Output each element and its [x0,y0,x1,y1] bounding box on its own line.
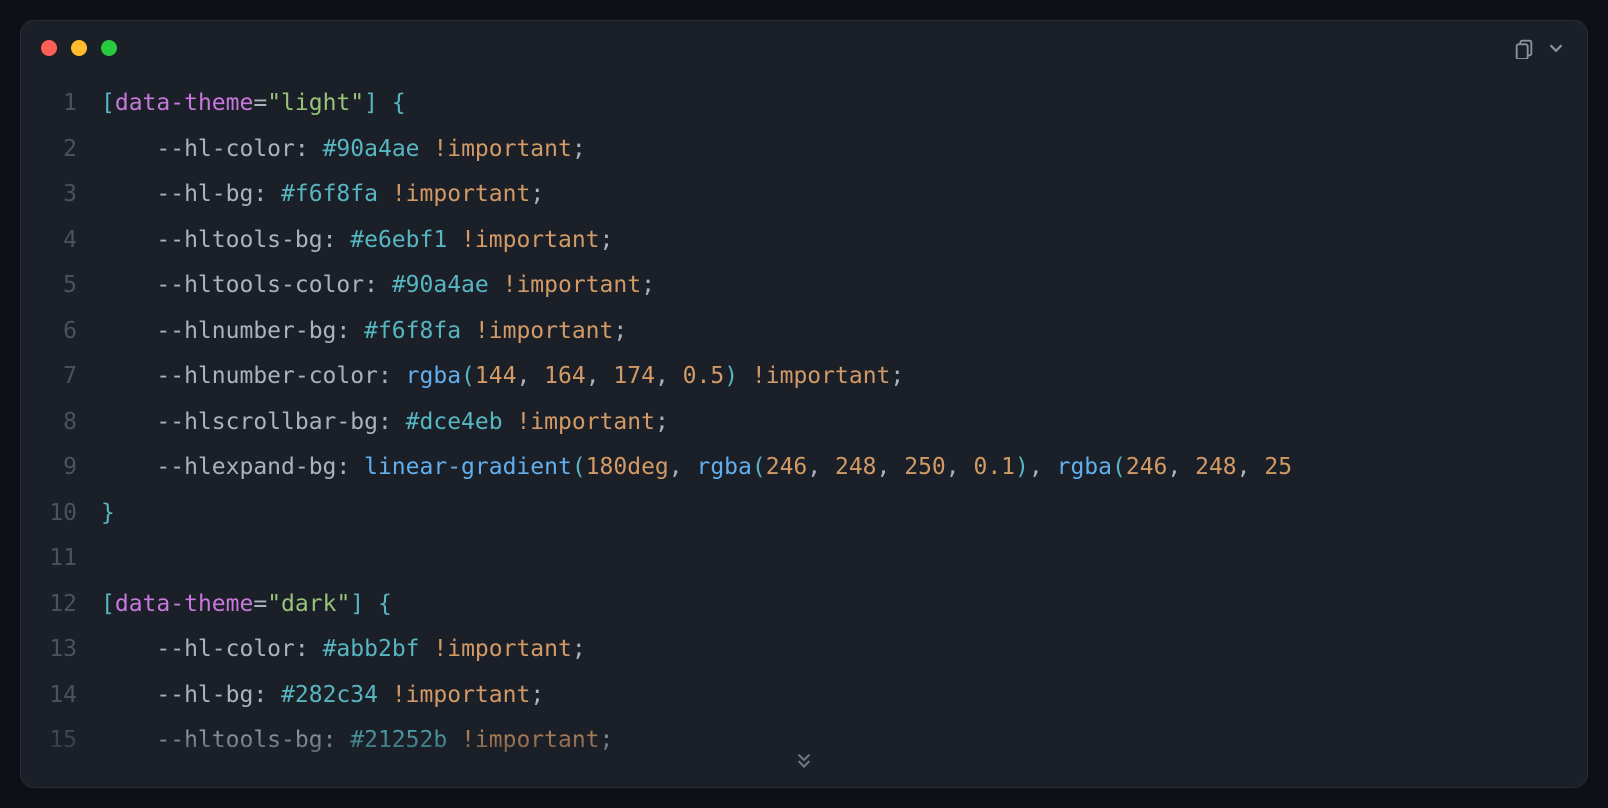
expand-code-button[interactable] [791,747,817,787]
line-number: 3 [21,172,101,218]
chevron-down-icon [1545,37,1567,59]
line-number: 6 [21,309,101,355]
code-line: 14 --hl-bg: #282c34 !important; [21,673,1587,719]
code-area[interactable]: 1[data-theme="light"] {2 --hl-color: #90… [21,75,1587,787]
code-line: 8 --hlscrollbar-bg: #dce4eb !important; [21,400,1587,446]
line-number: 4 [21,218,101,264]
code-content: --hl-color: #90a4ae !important; [101,127,1587,173]
code-line: 2 --hl-color: #90a4ae !important; [21,127,1587,173]
code-line: 1[data-theme="light"] { [21,81,1587,127]
line-number: 11 [21,536,101,582]
expand-button[interactable] [1545,37,1567,59]
code-line: 9 --hlexpand-bg: linear-gradient(180deg,… [21,445,1587,491]
line-number: 9 [21,445,101,491]
code-content: --hltools-bg: #21252b !important; [101,718,1587,764]
code-content: } [101,491,1587,537]
line-number: 7 [21,354,101,400]
code-content: --hlnumber-bg: #f6f8fa !important; [101,309,1587,355]
code-content: --hl-bg: #f6f8fa !important; [101,172,1587,218]
line-number: 10 [21,491,101,537]
line-number: 15 [21,718,101,764]
code-content: [data-theme="dark"] { [101,582,1587,628]
minimize-icon[interactable] [71,40,87,56]
code-content: --hltools-color: #90a4ae !important; [101,263,1587,309]
toolbar [1513,37,1567,59]
code-content: --hl-color: #abb2bf !important; [101,627,1587,673]
zoom-icon[interactable] [101,40,117,56]
close-icon[interactable] [41,40,57,56]
code-content: --hlnumber-color: rgba(144, 164, 174, 0.… [101,354,1587,400]
line-number: 14 [21,673,101,719]
code-line: 12[data-theme="dark"] { [21,582,1587,628]
code-window: 1[data-theme="light"] {2 --hl-color: #90… [20,20,1588,788]
code-content: --hlexpand-bg: linear-gradient(180deg, r… [101,445,1587,491]
code-content: [data-theme="light"] { [101,81,1587,127]
copy-button[interactable] [1513,37,1535,59]
code-line: 13 --hl-color: #abb2bf !important; [21,627,1587,673]
code-content [101,536,1587,582]
line-number: 12 [21,582,101,628]
code-content: --hlscrollbar-bg: #dce4eb !important; [101,400,1587,446]
line-number: 2 [21,127,101,173]
titlebar [21,21,1587,75]
code-line: 11 [21,536,1587,582]
code-line: 4 --hltools-bg: #e6ebf1 !important; [21,218,1587,264]
code-line: 6 --hlnumber-bg: #f6f8fa !important; [21,309,1587,355]
code-line: 3 --hl-bg: #f6f8fa !important; [21,172,1587,218]
code-content: --hl-bg: #282c34 !important; [101,673,1587,719]
line-number: 8 [21,400,101,446]
double-chevron-down-icon [791,747,817,773]
clipboard-icon [1513,37,1535,59]
window-controls [41,40,117,56]
code-line: 7 --hlnumber-color: rgba(144, 164, 174, … [21,354,1587,400]
code-line: 5 --hltools-color: #90a4ae !important; [21,263,1587,309]
code-line: 10} [21,491,1587,537]
code-content: --hltools-bg: #e6ebf1 !important; [101,218,1587,264]
line-number: 5 [21,263,101,309]
line-number: 13 [21,627,101,673]
line-number: 1 [21,81,101,127]
